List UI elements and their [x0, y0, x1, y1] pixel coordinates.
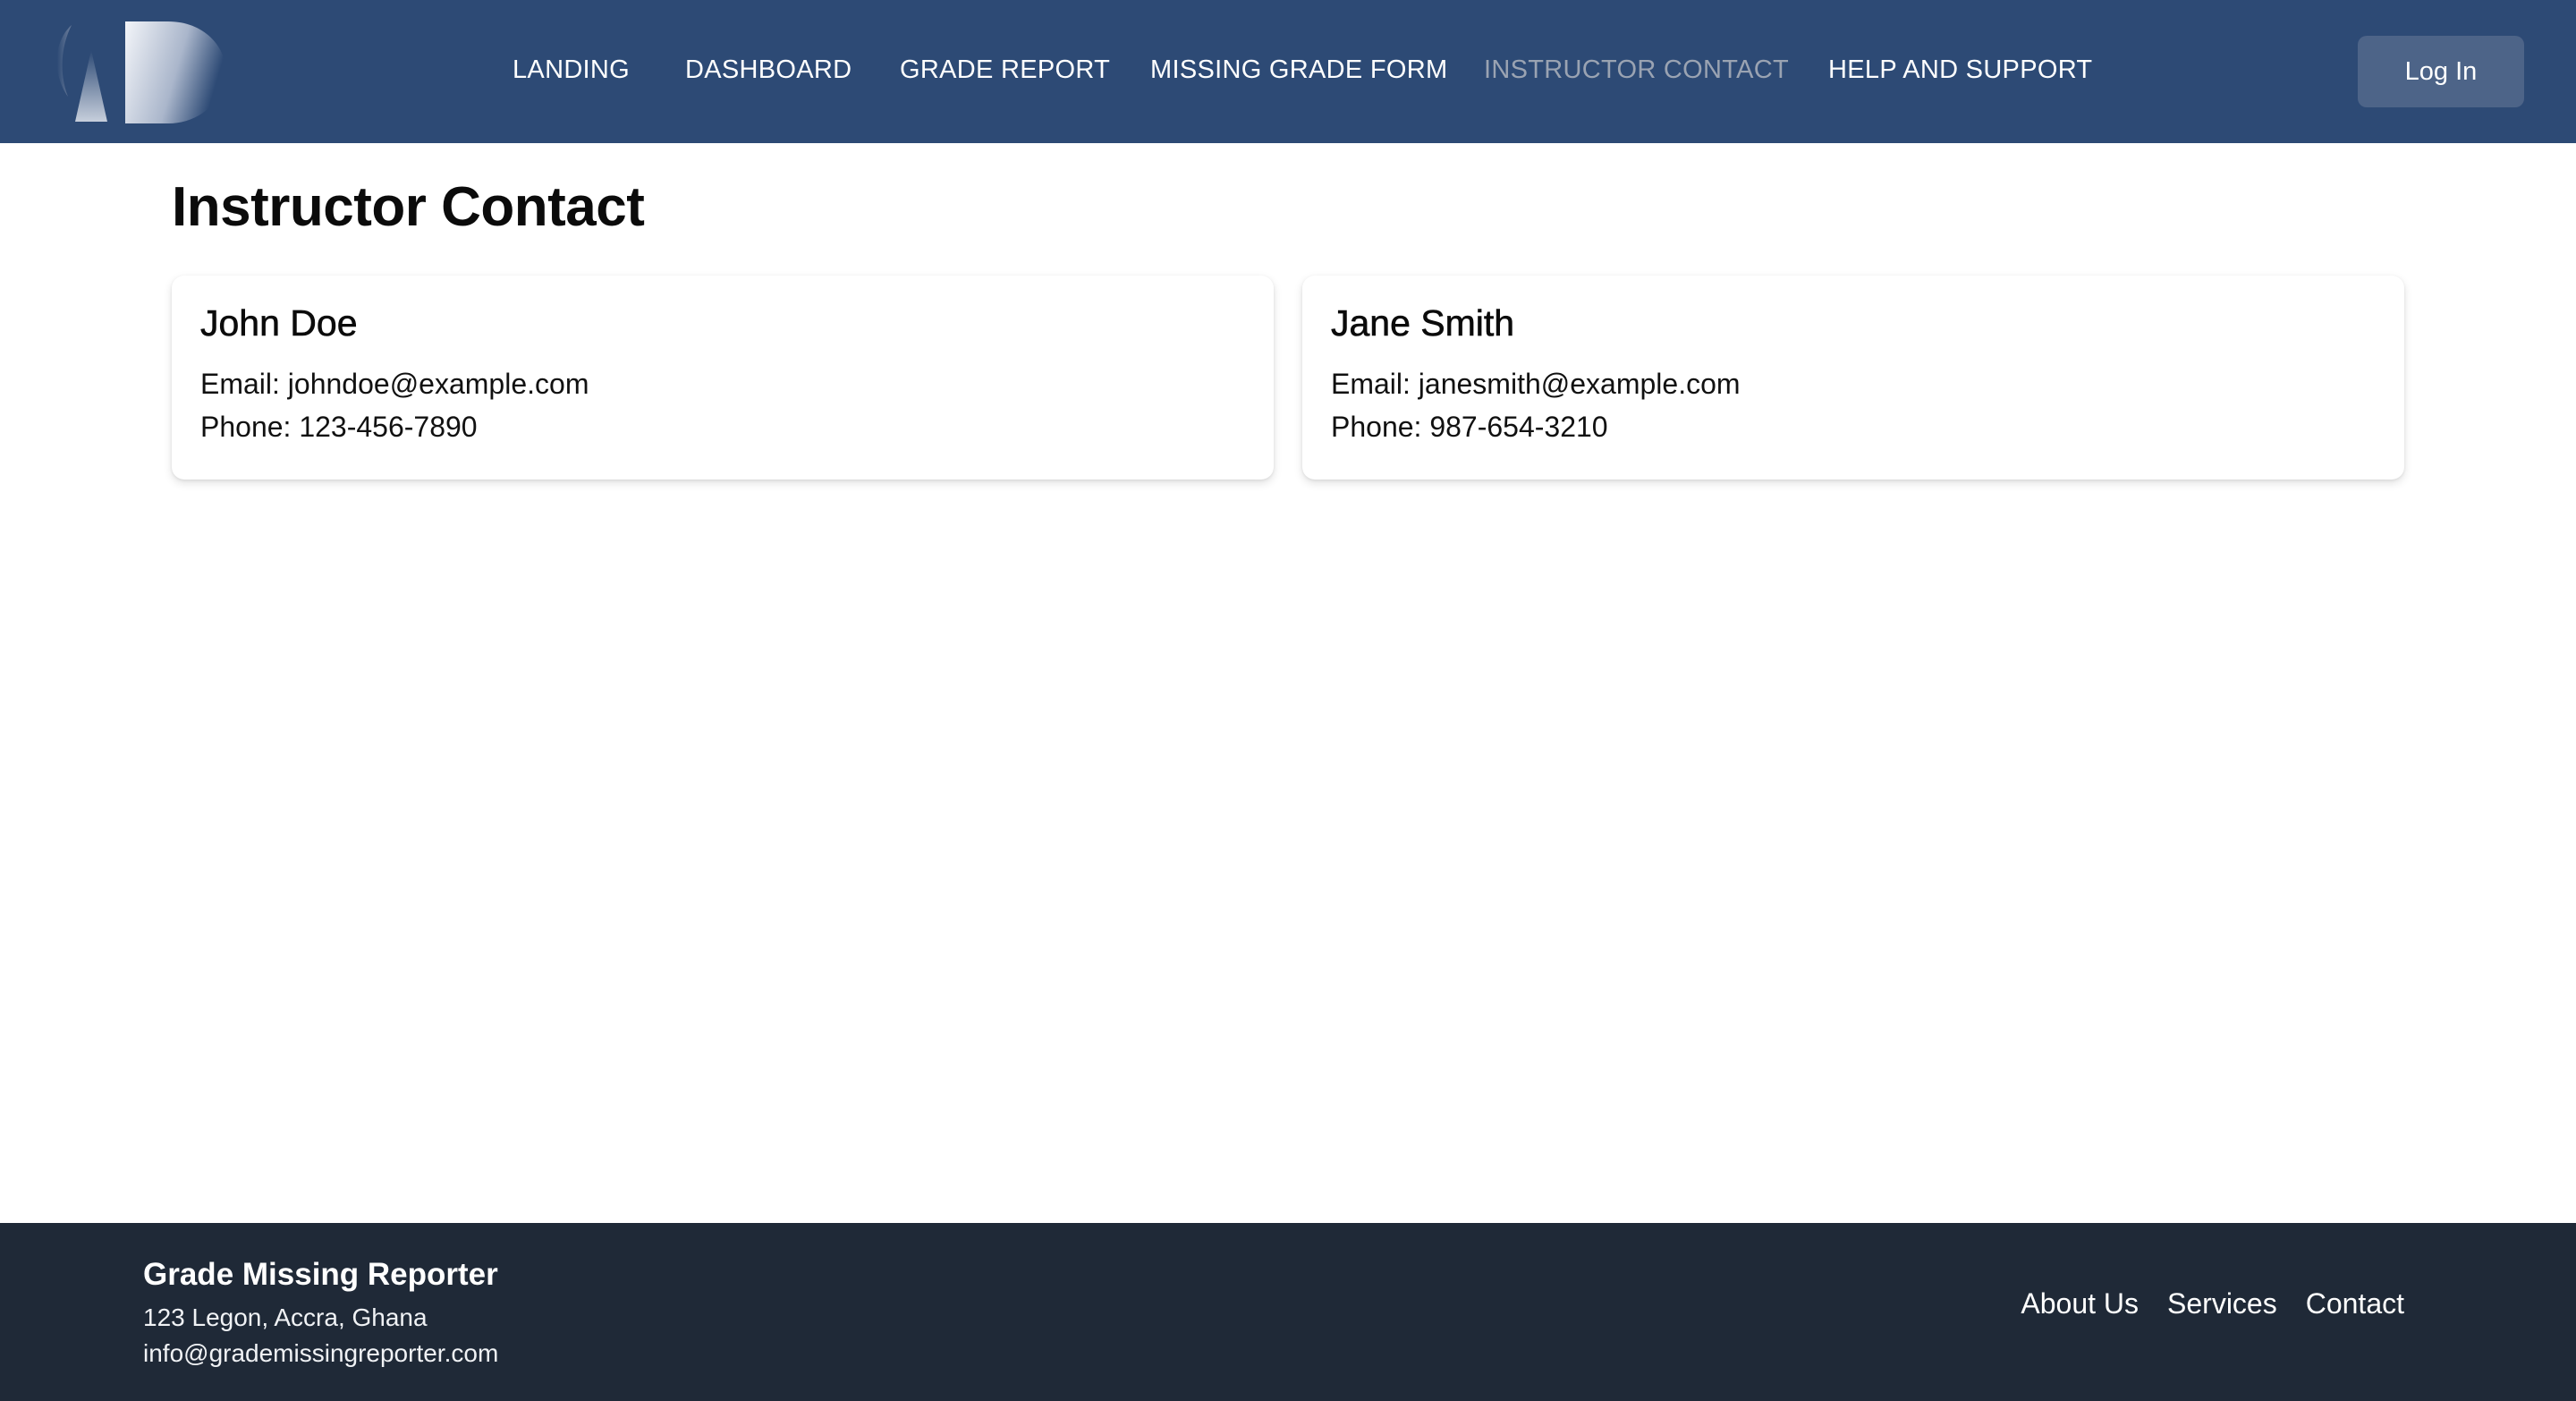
page-title: Instructor Contact [172, 176, 645, 238]
footer-brand: Grade Missing Reporter [143, 1257, 498, 1292]
nav-item-help-and-support[interactable]: HELP AND SUPPORT [1828, 55, 2092, 85]
footer-links: About Us Services Contact [2021, 1287, 2404, 1320]
instructor-email: Email: janesmith@example.com [1331, 368, 1741, 400]
nav-item-instructor-contact[interactable]: INSTRUCTOR CONTACT [1484, 55, 1789, 85]
nav-item-missing-grade-form[interactable]: MISSING GRADE FORM [1150, 55, 1447, 85]
main-nav: LANDING DASHBOARD GRADE REPORT MISSING G… [0, 0, 2576, 143]
instructor-phone: Phone: 987-654-3210 [1331, 411, 1608, 443]
site-footer: Grade Missing Reporter 123 Legon, Accra,… [0, 1223, 2576, 1401]
instructor-phone: Phone: 123-456-7890 [200, 411, 478, 443]
nav-item-dashboard[interactable]: DASHBOARD [685, 55, 852, 85]
instructor-name: Jane Smith [1331, 302, 1515, 344]
footer-link-contact[interactable]: Contact [2306, 1287, 2404, 1320]
instructor-email: Email: johndoe@example.com [200, 368, 589, 400]
instructor-card: John Doe Email: johndoe@example.com Phon… [172, 276, 1274, 480]
instructor-name: John Doe [200, 302, 358, 344]
footer-link-services[interactable]: Services [2167, 1287, 2277, 1320]
footer-address: 123 Legon, Accra, Ghana [143, 1303, 428, 1331]
login-button[interactable]: Log In [2358, 36, 2524, 107]
top-navbar: LANDING DASHBOARD GRADE REPORT MISSING G… [0, 0, 2576, 143]
footer-email: info@grademissingreporter.com [143, 1339, 499, 1367]
nav-item-grade-report[interactable]: GRADE REPORT [900, 55, 1110, 85]
nav-item-landing[interactable]: LANDING [513, 55, 630, 85]
footer-link-about-us[interactable]: About Us [2021, 1287, 2139, 1320]
instructor-card: Jane Smith Email: janesmith@example.com … [1302, 276, 2404, 480]
